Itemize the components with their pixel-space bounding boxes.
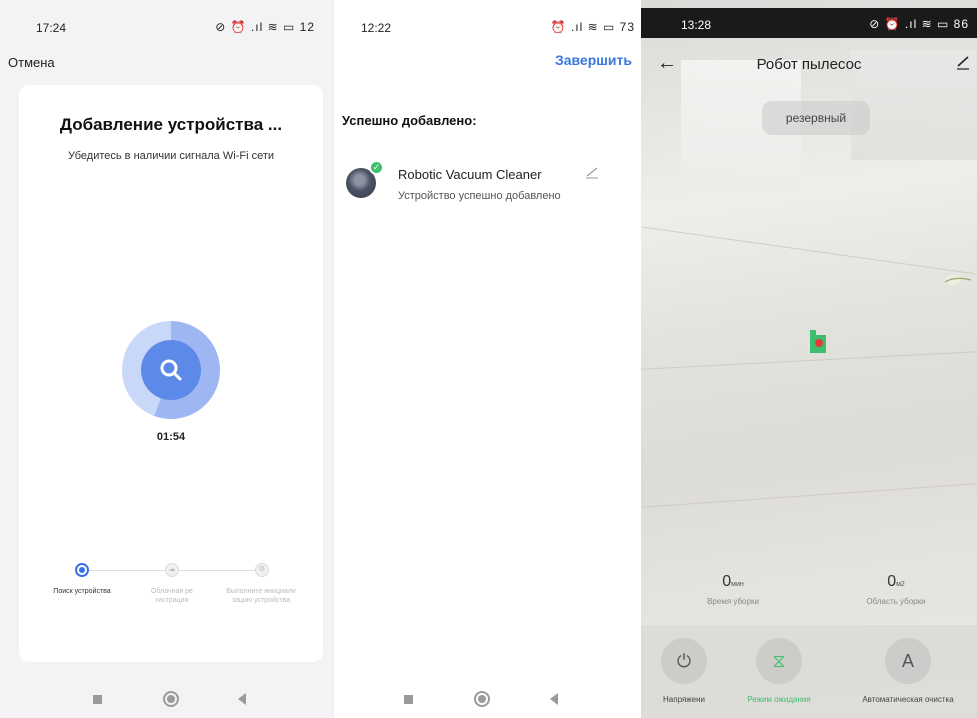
back-button[interactable] xyxy=(550,693,558,705)
cancel-button[interactable]: Отмена xyxy=(8,55,55,70)
search-progress-ring xyxy=(122,321,220,419)
page-title: Добавление устройства ... xyxy=(59,115,283,134)
status-bar: 17:24 ⊘ ⏰ .ıl ≋ ▭ 12 xyxy=(0,18,333,38)
finish-button[interactable]: Завершить xyxy=(555,52,632,68)
edit-pencil-icon[interactable] xyxy=(955,54,971,70)
cleaning-area-unit: м2 xyxy=(896,581,905,588)
step-connector xyxy=(179,570,259,571)
status-icons: ⊘ ⏰ .ıl ≋ ▭ 12 xyxy=(215,20,315,34)
cleaning-time-label: Время уборки xyxy=(707,597,759,606)
success-heading: Успешно добавлено: xyxy=(342,113,477,128)
auto-clean-label: Автоматическая очистка xyxy=(862,695,954,704)
mode-badge: резервный xyxy=(762,101,870,135)
recents-button[interactable] xyxy=(93,695,102,704)
search-button-circle xyxy=(141,340,201,400)
standby-button-circle: ⧖ xyxy=(756,638,802,684)
step-2-dot: ☁ xyxy=(165,563,179,577)
robot-position-icon xyxy=(810,330,826,353)
control-bar: ⏻ Напряжени ⧖ Режим ожидания A Автоматич… xyxy=(641,625,977,718)
back-button[interactable] xyxy=(238,693,246,705)
robot-vacuum-control-screen: 13:28 ⊘ ⏰ .ıl ≋ ▭ 86 ← Робот пылесос рез… xyxy=(641,0,977,718)
recents-button[interactable] xyxy=(404,695,413,704)
status-time: 13:28 xyxy=(681,18,712,32)
step-3-label: Выполните инициали зацию устройства xyxy=(226,588,296,604)
check-icon: ✓ xyxy=(369,160,384,175)
edit-pencil-icon[interactable] xyxy=(584,163,600,179)
step-connector xyxy=(89,570,169,571)
auto-mode-icon: A xyxy=(901,651,914,671)
floor-seam xyxy=(642,226,976,275)
step-1-dot xyxy=(75,563,89,577)
page-title: Робот пылесос xyxy=(756,56,862,73)
device-status: Устройство успешно добавлено xyxy=(398,190,561,202)
floor-seam xyxy=(641,483,977,508)
cleaning-time-unit: мин xyxy=(731,581,744,588)
auto-clean-button-circle: A xyxy=(885,638,931,684)
power-icon: ⏻ xyxy=(676,651,692,671)
cleaning-area-value: 0 xyxy=(887,573,897,590)
hourglass-icon: ⧖ xyxy=(772,651,786,671)
cleaning-time-stat: 0мин Время уборки xyxy=(673,573,793,606)
android-nav-bar xyxy=(334,678,640,718)
progress-steps: ☁ ⚙ Поиск устройства Облачная ре гистрац… xyxy=(19,563,323,635)
settings-icon: ⚙ xyxy=(258,566,266,573)
step-2-label: Облачная ре гистрация xyxy=(151,588,193,604)
cleaning-area-label: Область уборки xyxy=(866,597,926,606)
countdown-timer: 01:54 xyxy=(156,431,186,443)
status-time: 12:22 xyxy=(361,21,392,35)
status-icons: ⊘ ⏰ .ıl ≋ ▭ 86 xyxy=(869,17,969,31)
cleaning-area-stat: 0м2 Область уборки xyxy=(836,573,956,606)
adding-device-screen: 17:24 ⊘ ⏰ .ıl ≋ ▭ 12 Отмена Добавление у… xyxy=(0,0,333,718)
home-button[interactable] xyxy=(474,691,490,707)
screenshot-collage: 17:24 ⊘ ⏰ .ıl ≋ ▭ 12 Отмена Добавление у… xyxy=(0,0,977,718)
power-button-circle: ⏻ xyxy=(661,638,707,684)
search-icon xyxy=(160,359,182,381)
home-button[interactable] xyxy=(163,691,179,707)
status-bar: 13:28 ⊘ ⏰ .ıl ≋ ▭ 86 xyxy=(641,8,977,38)
wifi-hint: Убедитесь в наличии сигнала Wi-Fi сети xyxy=(68,150,274,162)
status-bar: 12:22 ⏰ .ıl ≋ ▭ 73 xyxy=(334,18,640,38)
cleaning-time-value: 0 xyxy=(722,573,732,590)
adding-card: Добавление устройства ... Убедитесь в на… xyxy=(19,85,323,662)
step-3-dot: ⚙ xyxy=(255,563,269,577)
android-nav-bar xyxy=(0,678,333,718)
device-name: Robotic Vacuum Cleaner xyxy=(398,167,542,182)
flower-decoration xyxy=(944,275,971,285)
cloud-icon: ☁ xyxy=(168,566,176,573)
standby-mode-button[interactable]: ⧖ Режим ожидания xyxy=(719,638,839,704)
status-time: 17:24 xyxy=(36,21,67,35)
step-1-label: Поиск устройства xyxy=(53,588,111,595)
status-icons: ⏰ .ıl ≋ ▭ 73 xyxy=(550,20,635,34)
auto-clean-button[interactable]: A Автоматическая очистка xyxy=(848,638,968,704)
standby-label: Режим ожидания xyxy=(747,695,811,704)
device-added-screen: 12:22 ⏰ .ıl ≋ ▭ 73 Завершить Успешно доб… xyxy=(333,0,640,718)
